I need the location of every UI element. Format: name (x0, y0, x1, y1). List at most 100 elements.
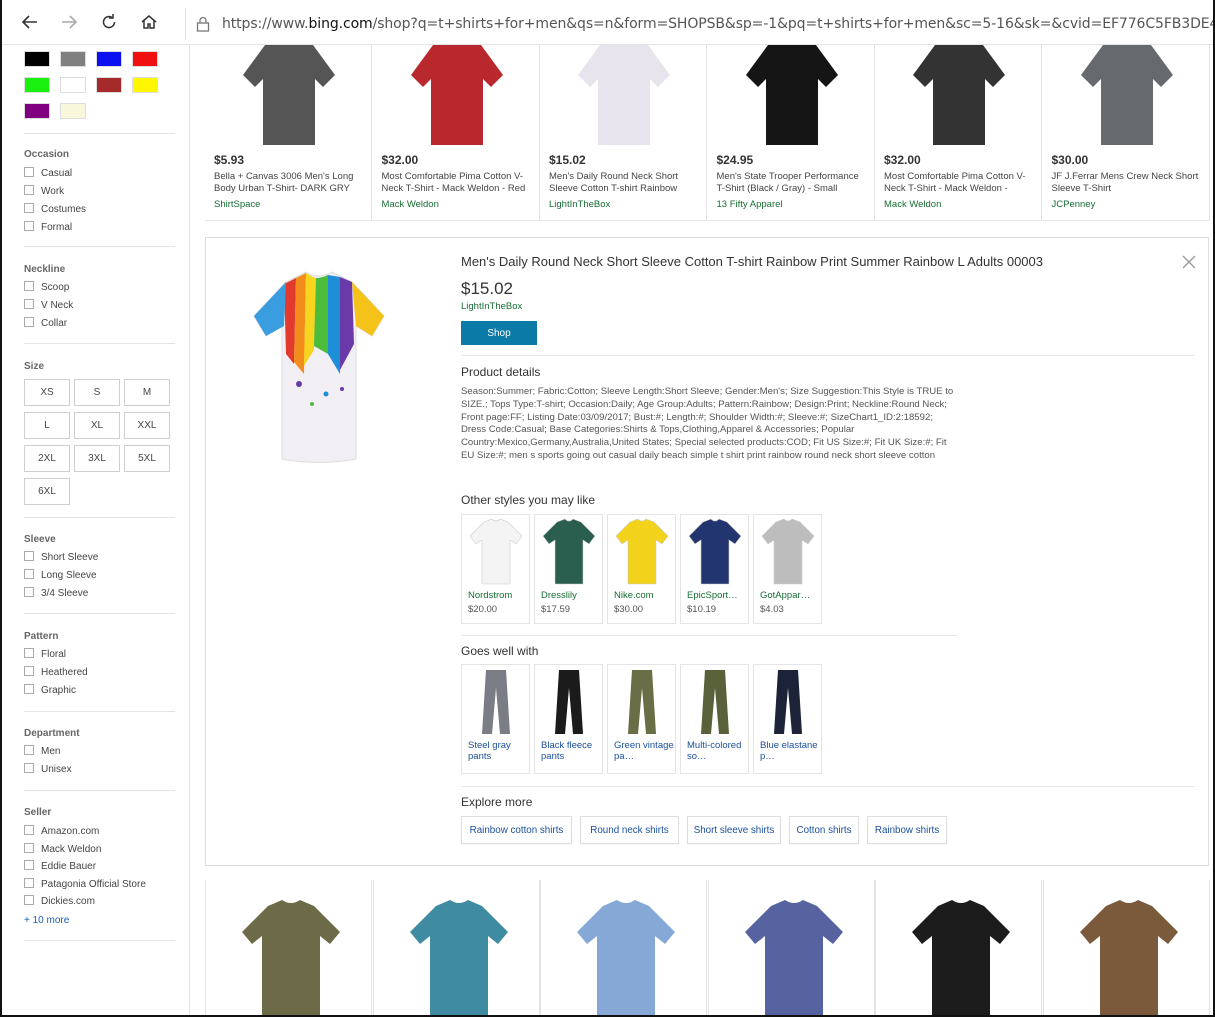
product-image[interactable] (905, 45, 1013, 145)
pairing-label[interactable]: Blue elastane p… (760, 740, 820, 762)
checkbox[interactable] (24, 569, 34, 579)
color-swatch[interactable] (132, 51, 158, 67)
style-store[interactable]: Nordstrom (468, 590, 528, 601)
product-seller[interactable]: LightInTheBox (549, 199, 610, 210)
checkbox[interactable] (24, 648, 34, 658)
pairing-tile[interactable]: Multi-colored so… (680, 664, 749, 774)
explore-chip[interactable]: Round neck shirts (580, 816, 679, 844)
product-seller[interactable]: Mack Weldon (884, 199, 941, 210)
size-button[interactable]: M (124, 379, 170, 406)
size-button[interactable]: 5XL (124, 445, 170, 472)
checkbox[interactable] (24, 745, 34, 755)
style-tile[interactable]: Nordstrom $20.00 (461, 514, 530, 624)
close-icon[interactable] (1181, 254, 1197, 270)
checkbox[interactable] (24, 299, 34, 309)
product-image[interactable] (739, 888, 849, 1017)
color-swatch[interactable] (96, 77, 122, 93)
home-icon[interactable] (139, 12, 159, 32)
checkbox[interactable] (24, 666, 34, 676)
product-seller[interactable]: Mack Weldon (382, 199, 439, 210)
product-card[interactable]: $5.93 Bella + Canvas 3006 Men's Long Body… (205, 45, 372, 221)
product-card[interactable]: $24.95 Men's State Trooper Performance T-… (707, 45, 875, 221)
product-seller[interactable]: 13 Fifty Apparel (717, 199, 783, 210)
filter-option-seller[interactable]: Dickies.com (24, 895, 95, 909)
pairing-tile[interactable]: Green vintage pa… (607, 664, 676, 774)
checkbox[interactable] (24, 684, 34, 694)
filter-option-neckline[interactable]: V Neck (24, 299, 73, 313)
filter-option-department[interactable]: Men (24, 745, 60, 759)
style-image[interactable] (541, 518, 597, 586)
pairing-tile[interactable]: Black fleece pants (534, 664, 603, 774)
pairing-tile[interactable]: Blue elastane p… (753, 664, 822, 774)
pants-image[interactable] (468, 668, 524, 736)
color-swatch[interactable] (96, 51, 122, 67)
filter-option-occasion[interactable]: Formal (24, 221, 72, 235)
color-swatch[interactable] (60, 51, 86, 67)
checkbox[interactable] (24, 895, 34, 906)
style-image[interactable] (760, 518, 816, 586)
checkbox[interactable] (24, 317, 34, 327)
product-image[interactable] (570, 45, 678, 145)
style-store[interactable]: GotAppar… (760, 590, 820, 601)
product-card[interactable] (540, 880, 707, 1017)
filter-option-occasion[interactable]: Work (24, 185, 64, 199)
checkbox[interactable] (24, 221, 34, 231)
filter-option-neckline[interactable]: Scoop (24, 281, 69, 295)
product-image[interactable] (738, 45, 846, 145)
product-seller[interactable]: JCPenney (1052, 199, 1096, 210)
checkbox[interactable] (24, 877, 34, 888)
style-tile[interactable]: Dresslily $17.59 (534, 514, 603, 624)
product-image[interactable] (1073, 45, 1181, 145)
pairing-label[interactable]: Multi-colored so… (687, 740, 747, 762)
size-button[interactable]: 2XL (24, 445, 70, 472)
address-bar[interactable]: https://www.bing.com/shop?q=t+shirts+for… (185, 8, 1213, 40)
checkbox[interactable] (24, 203, 34, 213)
filter-option-occasion[interactable]: Costumes (24, 203, 86, 217)
product-title[interactable]: Most Comfortable Pima Cotton V-Neck T-Sh… (884, 171, 1034, 195)
size-button[interactable]: 3XL (74, 445, 120, 472)
size-button[interactable]: XXL (124, 412, 170, 439)
pants-image[interactable] (541, 668, 597, 736)
size-button[interactable]: L (24, 412, 70, 439)
product-title[interactable]: JF J.Ferrar Mens Crew Neck Short Sleeve … (1052, 171, 1202, 195)
filter-option-sleeve[interactable]: Long Sleeve (24, 569, 97, 583)
pairing-tile[interactable]: Steel gray pants (461, 664, 530, 774)
product-image[interactable] (404, 888, 514, 1017)
size-button[interactable]: XL (74, 412, 120, 439)
product-card[interactable]: $30.00 JF J.Ferrar Mens Crew Neck Short S… (1042, 45, 1210, 221)
size-button[interactable]: 6XL (24, 478, 70, 505)
style-store[interactable]: Dresslily (541, 590, 601, 601)
product-card[interactable] (1042, 880, 1210, 1015)
product-image-large[interactable] (244, 254, 394, 476)
pairing-label[interactable]: Black fleece pants (541, 740, 601, 762)
checkbox[interactable] (24, 551, 34, 561)
style-tile[interactable]: EpicSport… $10.19 (680, 514, 749, 624)
checkbox[interactable] (24, 763, 34, 773)
filter-option-seller[interactable]: Patagonia Official Store (24, 877, 146, 892)
filter-option-neckline[interactable]: Collar (24, 317, 67, 331)
style-image[interactable] (687, 518, 743, 586)
product-seller[interactable]: ShirtSpace (214, 199, 260, 210)
forward-icon[interactable] (59, 12, 79, 32)
filter-option-occasion[interactable]: Casual (24, 167, 72, 181)
back-icon[interactable] (20, 12, 40, 32)
checkbox[interactable] (24, 860, 34, 871)
style-store[interactable]: EpicSport… (687, 590, 747, 601)
product-card[interactable] (372, 880, 540, 1017)
color-swatch[interactable] (60, 103, 86, 119)
filter-option-sleeve[interactable]: Short Sleeve (24, 551, 98, 565)
style-store[interactable]: Nike.com (614, 590, 674, 601)
filter-option-pattern[interactable]: Floral (24, 648, 66, 662)
product-card[interactable] (707, 880, 875, 1017)
product-image[interactable] (236, 888, 346, 1017)
product-card[interactable]: $32.00 Most Comfortable Pima Cotton V-Nec… (372, 45, 540, 221)
product-seller[interactable]: LightInTheBox (461, 301, 522, 312)
filter-option-seller[interactable]: Eddie Bauer (24, 860, 96, 874)
checkbox[interactable] (24, 185, 34, 195)
product-image[interactable] (571, 888, 681, 1017)
refresh-icon[interactable] (99, 12, 119, 32)
style-image[interactable] (614, 518, 670, 586)
pairing-label[interactable]: Green vintage pa… (614, 740, 674, 762)
style-tile[interactable]: GotAppar… $4.03 (753, 514, 822, 624)
product-card[interactable] (205, 880, 372, 1017)
